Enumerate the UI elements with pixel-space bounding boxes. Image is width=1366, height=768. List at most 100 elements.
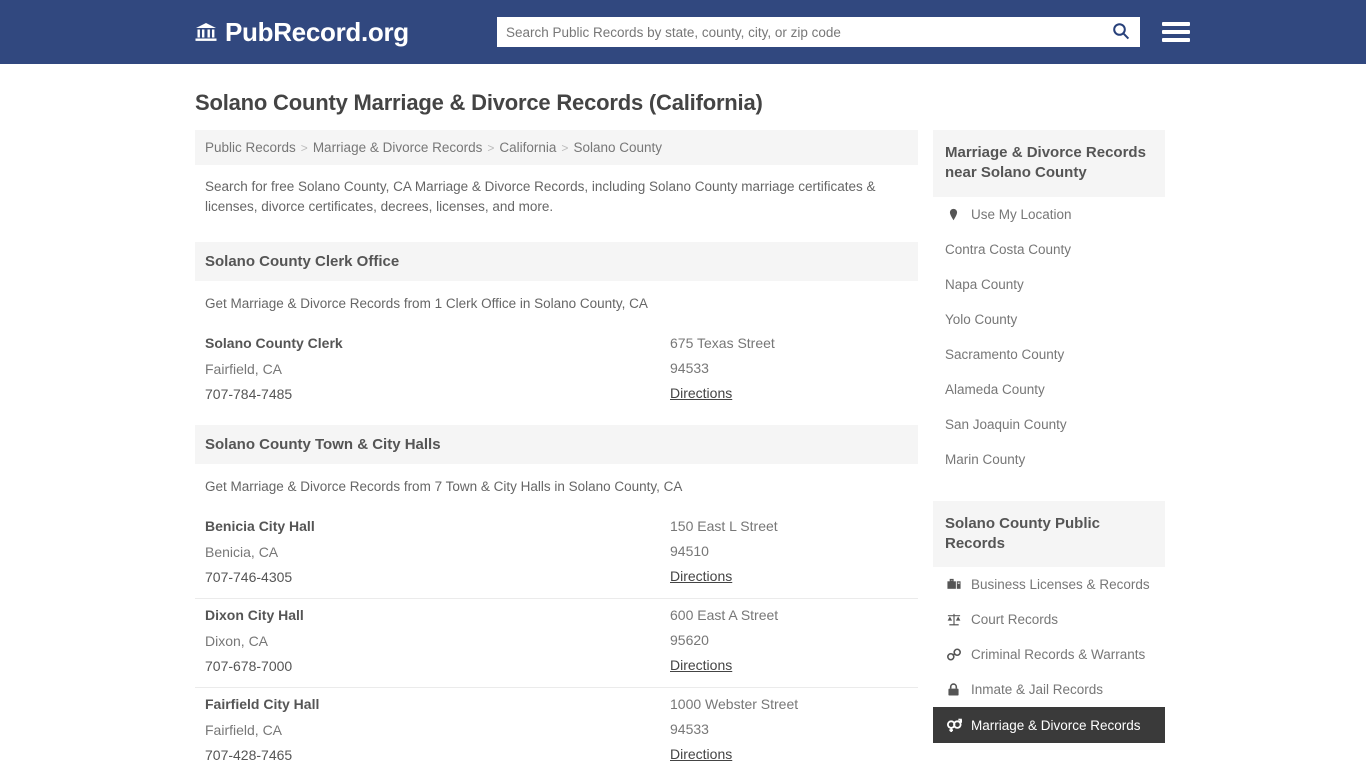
nearby-counties-list: Use My Location Contra Costa County Napa C… [933,197,1165,477]
list-item-label: Marin County [945,451,1026,467]
list-item: San Joaquin County [933,407,1165,442]
list-item-label: Marriage & Divorce Records [971,717,1141,733]
list-item-label: Criminal Records & Warrants [971,647,1146,662]
list-item-label: Court Records [971,612,1059,627]
nearby-panel-heading: Marriage & Divorce Records near Solano C… [933,130,1165,197]
section-heading: Solano County Clerk Office [195,241,918,281]
nearby-item-marin-county[interactable]: Marin County [933,442,1165,477]
records-item-business-licenses-records[interactable]: Business Licenses & Records [933,567,1165,602]
list-item: Alameda County [933,372,1165,407]
hamburger-menu-icon [1162,22,1190,26]
record-address: 150 East L Street [670,517,778,534]
record-city-state: Fairfield, CA [205,360,283,377]
directions-link[interactable]: Directions [670,746,732,762]
nearby-item-sacramento-county[interactable]: Sacramento County [933,337,1165,372]
record-zip: 94533 [670,359,709,376]
breadcrumb-separator: > [487,140,495,155]
site-header: PubRecord.org [0,0,1366,64]
list-item: Napa County [933,267,1165,302]
breadcrumb-separator: > [561,140,569,155]
breadcrumb-item[interactable]: Marriage & Divorce Records [313,140,483,155]
record-row: Benicia City Hall Benicia, CA 707-746-4305… [195,510,918,598]
search-icon [1112,22,1130,43]
record-row: Fairfield City Hall Fairfield, CA 707-428-… [195,686,918,768]
nearby-item-use-my-location[interactable]: Use My Location [933,197,1165,232]
page-intro-text: Search for free Solano County, CA Marria… [205,179,876,215]
site-logo[interactable]: PubRecord.org [195,17,409,48]
records-item-court-records[interactable]: Court Records [933,602,1165,637]
record-right-column: 600 East A Street 95620 Directions [670,607,908,675]
content-columns: Public Records > Marriage & Divorce Record… [195,130,1190,768]
nearby-item-contra-costa-county[interactable]: Contra Costa County [933,232,1165,267]
hamburger-menu-icon-bar [1162,30,1190,34]
breadcrumb: Public Records > Marriage & Divorce Record… [195,130,918,165]
records-sections: Solano County Clerk Office Get Marriage &… [195,241,918,768]
list-item-label: Business Licenses & Records [971,577,1150,592]
list-item-label: Napa County [945,276,1024,292]
record-row: Dixon City Hall Dixon, CA 707-678-7000 600 … [195,597,918,687]
record-city-state: Dixon, CA [205,632,269,649]
records-item-inmate-jail-records[interactable]: Inmate & Jail Records [933,672,1165,707]
site-logo-text: PubRecord.org [225,16,409,47]
records-item-criminal-records-warrants[interactable]: Criminal Records & Warrants [933,637,1165,672]
record-name: Dixon City Hall [205,606,304,623]
page-container: Solano County Marriage & Divorce Records… [0,90,1366,768]
list-item: Business Licenses & Records [933,567,1165,602]
sidebar: Marriage & Divorce Records near Solano C… [933,130,1165,767]
hamburger-menu-button[interactable] [1162,18,1190,46]
list-item: Marin County [933,442,1165,477]
search-input[interactable] [497,18,1102,46]
list-item-label: Sacramento County [945,346,1065,362]
directions-link[interactable]: Directions [670,568,732,584]
nearby-item-alameda-county[interactable]: Alameda County [933,372,1165,407]
record-phone: 707-784-7485 [205,385,293,402]
nearby-item-yolo-county[interactable]: Yolo County [933,302,1165,337]
search-button[interactable] [1102,17,1140,47]
record-zip: 94510 [670,542,709,559]
section-heading: Solano County Town & City Halls [195,424,918,464]
record-address: 1000 Webster Street [670,695,799,712]
breadcrumb-separator: > [300,140,308,155]
search-bar [497,17,1140,47]
list-item: Inmate & Jail Records [933,672,1165,707]
record-right-column: 675 Texas Street 94533 Directions [670,335,908,403]
list-item-label: Contra Costa County [945,241,1072,257]
list-item-label: Alameda County [945,381,1045,397]
list-item: Criminal Records & Warrants [933,637,1165,672]
list-item-label: Inmate & Jail Records [971,682,1104,697]
record-left-column: Fairfield City Hall Fairfield, CA 707-428-… [205,696,670,764]
list-item: Sacramento County [933,337,1165,372]
record-name: Benicia City Hall [205,517,315,534]
directions-link[interactable]: Directions [670,385,732,401]
balance-scale-icon [945,612,962,627]
record-left-column: Benicia City Hall Benicia, CA 707-746-4305 [205,518,670,586]
nearby-item-san-joaquin-county[interactable]: San Joaquin County [933,407,1165,442]
main-content: Public Records > Marriage & Divorce Record… [195,130,918,768]
records-item-marriage-divorce-records[interactable]: Marriage & Divorce Records [933,707,1165,743]
handcuffs-icon [945,647,962,662]
record-city-state: Fairfield, CA [205,721,283,738]
list-item-label: Yolo County [945,311,1018,327]
list-item: Contra Costa County [933,232,1165,267]
nearby-item-napa-county[interactable]: Napa County [933,267,1165,302]
record-right-column: 1000 Webster Street 94533 Directions [670,696,908,764]
briefcase-icon [945,577,962,592]
record-phone: 707-746-4305 [205,568,293,585]
map-pin-icon [945,207,962,222]
list-item: Court Records [933,602,1165,637]
record-phone: 707-678-7000 [205,657,293,674]
list-item: Use My Location [933,197,1165,232]
breadcrumb-item[interactable]: California [499,140,556,155]
record-zip: 95620 [670,631,709,648]
record-address: 675 Texas Street [670,334,775,351]
record-left-column: Dixon City Hall Dixon, CA 707-678-7000 [205,607,670,675]
breadcrumb-item[interactable]: Public Records [205,140,296,155]
breadcrumb-item[interactable]: Solano County [573,140,662,155]
section-subtitle: Get Marriage & Divorce Records from 1 Cl… [205,295,648,311]
page-title: Solano County Marriage & Divorce Records… [195,90,763,115]
public-records-list: Business Licenses & Records Court Records… [933,567,1165,743]
section-subtitle: Get Marriage & Divorce Records from 7 To… [205,478,683,494]
list-item-label: Use My Location [971,206,1072,222]
venus-mars-icon [945,717,962,733]
directions-link[interactable]: Directions [670,657,732,673]
